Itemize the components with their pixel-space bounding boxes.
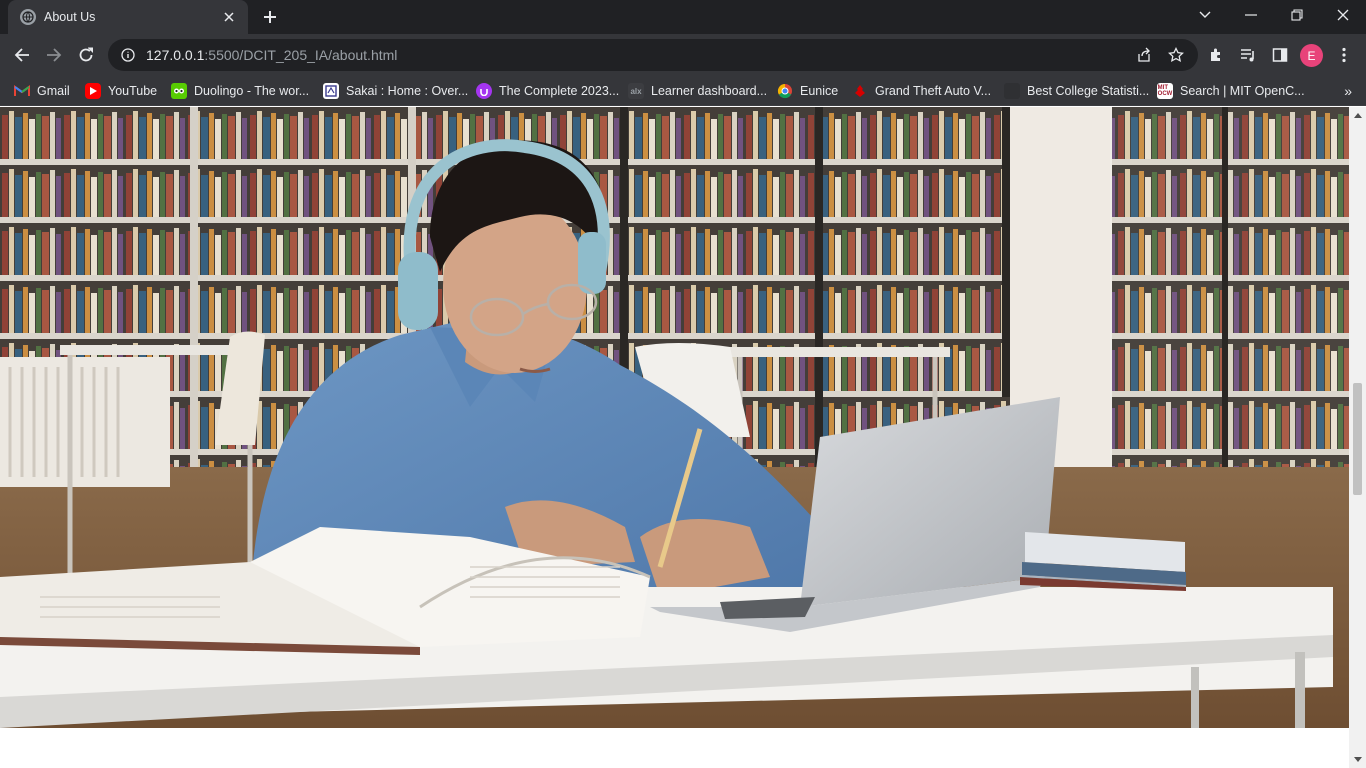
bookmark-youtube[interactable]: YouTube bbox=[85, 80, 157, 102]
arrow-right-icon bbox=[47, 48, 62, 62]
reload-icon bbox=[79, 47, 93, 62]
scroll-down-arrow-icon[interactable] bbox=[1349, 751, 1366, 768]
tab-title: About Us bbox=[44, 10, 96, 24]
alx-icon: alx bbox=[628, 83, 644, 99]
gmail-icon bbox=[14, 83, 30, 99]
hero-image bbox=[0, 107, 1349, 728]
address-bar[interactable]: 127.0.0.1:5500/DCIT_205_IA/about.html bbox=[108, 39, 1198, 71]
bookmark-label: YouTube bbox=[108, 84, 158, 98]
bookmark-label: Duolingo - The wor... bbox=[194, 84, 310, 98]
bookmark-gmail[interactable]: Gmail bbox=[14, 80, 70, 102]
duolingo-icon bbox=[171, 83, 187, 99]
scroll-up-arrow-icon[interactable] bbox=[1349, 107, 1366, 124]
bookmark-label: Grand Theft Auto V... bbox=[875, 84, 992, 98]
bookmarks-bar: Gmail YouTube Duolingo - The wor... Saka… bbox=[0, 76, 1366, 106]
bookmark-duolingo[interactable]: Duolingo - The wor... bbox=[171, 80, 309, 102]
bookmark-mit-ocw[interactable]: MIT OCW Search | MIT OpenC... bbox=[1157, 80, 1305, 102]
arrow-left-icon bbox=[14, 48, 29, 62]
udemy-icon bbox=[476, 83, 492, 99]
site-info-icon[interactable] bbox=[120, 47, 136, 63]
bookmark-label: The Complete 2023... bbox=[499, 84, 620, 98]
page-viewport bbox=[0, 107, 1366, 768]
bookmark-label: Sakai : Home : Over... bbox=[346, 84, 469, 98]
profile-avatar[interactable]: E bbox=[1300, 44, 1323, 67]
gta-icon bbox=[852, 83, 868, 99]
url-host: 127.0.0.1 bbox=[146, 47, 205, 63]
bookmark-gta[interactable]: Grand Theft Auto V... bbox=[852, 80, 991, 102]
minimize-icon[interactable] bbox=[1228, 0, 1274, 30]
media-control-icon[interactable] bbox=[1234, 41, 1262, 69]
bookmark-label: Search | MIT OpenC... bbox=[1180, 84, 1305, 98]
globe-icon bbox=[20, 9, 36, 25]
close-window-icon[interactable] bbox=[1320, 0, 1366, 30]
sakai-icon bbox=[323, 83, 339, 99]
new-tab-button[interactable] bbox=[258, 6, 282, 28]
url-path: :5500/DCIT_205_IA/about.html bbox=[204, 47, 398, 63]
restore-icon[interactable] bbox=[1274, 0, 1320, 30]
bookmark-eunice[interactable]: Eunice bbox=[777, 80, 838, 102]
hero-illustration bbox=[0, 107, 1349, 728]
forward-button[interactable] bbox=[40, 41, 68, 69]
tab-strip: About Us bbox=[0, 0, 1366, 34]
bookmark-college-stats[interactable]: Best College Statisti... bbox=[1004, 80, 1149, 102]
bookmark-alx[interactable]: alx Learner dashboard... bbox=[628, 80, 767, 102]
tab-close-icon[interactable] bbox=[220, 8, 238, 26]
page-scrollbar[interactable] bbox=[1349, 107, 1366, 768]
bookmark-label: Gmail bbox=[37, 84, 70, 98]
bookmark-label: Learner dashboard... bbox=[651, 84, 768, 98]
side-panel-icon[interactable] bbox=[1266, 41, 1294, 69]
menu-kebab-icon[interactable] bbox=[1330, 41, 1358, 69]
share-icon[interactable] bbox=[1130, 39, 1158, 71]
extensions-icon[interactable] bbox=[1202, 41, 1230, 69]
reload-button[interactable] bbox=[72, 41, 100, 69]
tab-about-us[interactable]: About Us bbox=[8, 0, 248, 34]
scrollbar-thumb[interactable] bbox=[1353, 383, 1362, 495]
mit-ocw-icon: MIT OCW bbox=[1157, 83, 1173, 99]
tab-search-icon[interactable] bbox=[1182, 0, 1228, 30]
college-icon bbox=[1004, 83, 1020, 99]
bookmark-label: Eunice bbox=[800, 84, 839, 98]
bookmark-udemy[interactable]: The Complete 2023... bbox=[476, 80, 619, 102]
bookmark-sakai[interactable]: Sakai : Home : Over... bbox=[323, 80, 468, 102]
chrome-profile-icon bbox=[777, 83, 793, 99]
youtube-icon bbox=[85, 83, 101, 99]
bookmarks-overflow-button[interactable]: » bbox=[1344, 80, 1352, 102]
back-button[interactable] bbox=[8, 41, 36, 69]
bookmark-star-icon[interactable] bbox=[1162, 39, 1190, 71]
bookmark-label: Best College Statisti... bbox=[1027, 84, 1150, 98]
toolbar: 127.0.0.1:5500/DCIT_205_IA/about.html E bbox=[0, 34, 1366, 76]
